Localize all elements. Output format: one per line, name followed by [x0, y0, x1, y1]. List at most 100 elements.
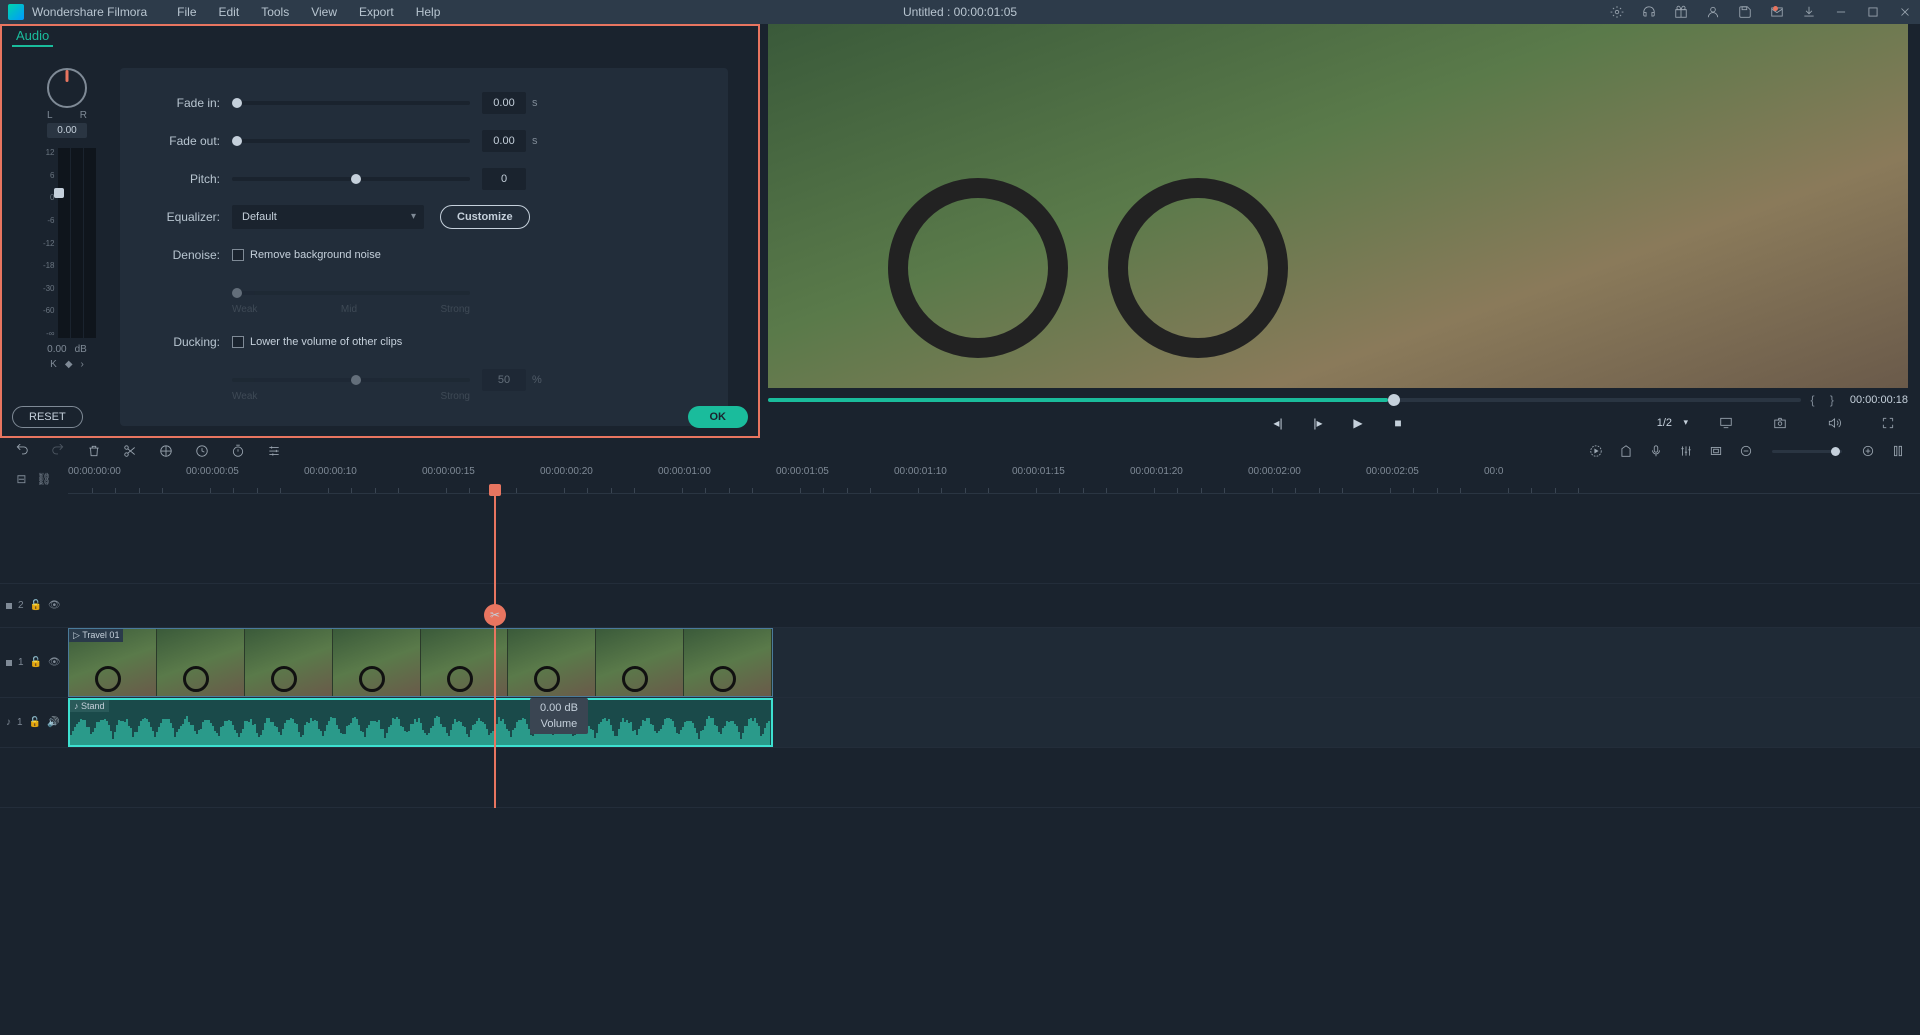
- ok-button[interactable]: OK: [688, 406, 749, 428]
- track-collapse-icon[interactable]: ⊟: [16, 472, 26, 486]
- preview-viewport[interactable]: [768, 24, 1908, 388]
- volume-tooltip: 0.00 dB Volume: [530, 698, 588, 734]
- keyframe-prev-icon[interactable]: K: [50, 359, 57, 370]
- download-icon[interactable]: [1802, 5, 1816, 19]
- customize-button[interactable]: Customize: [440, 205, 530, 229]
- denoise-strong: Strong: [441, 304, 470, 315]
- maximize-icon[interactable]: [1866, 5, 1880, 19]
- in-out-brackets[interactable]: { }: [1811, 393, 1840, 407]
- prev-frame-icon[interactable]: ◂|: [1268, 413, 1288, 433]
- fade-out-value[interactable]: 0.00: [482, 130, 526, 152]
- denoise-checkbox-label: Remove background noise: [250, 249, 381, 261]
- minimize-icon[interactable]: [1834, 5, 1848, 19]
- denoise-checkbox[interactable]: [232, 249, 244, 261]
- track-v2-eye-icon[interactable]: 👁: [48, 600, 61, 611]
- split-at-playhead-icon[interactable]: ✂: [484, 604, 506, 626]
- snap-icon[interactable]: [1708, 443, 1724, 459]
- track-v1-label: 1: [18, 657, 24, 668]
- fade-in-slider[interactable]: [232, 101, 470, 105]
- ducking-checkbox-label: Lower the volume of other clips: [250, 336, 402, 348]
- display-icon[interactable]: [1716, 413, 1736, 433]
- keyframe-next-icon[interactable]: ›: [81, 359, 84, 370]
- app-name: Wondershare Filmora: [32, 5, 147, 19]
- track-link-icon[interactable]: ⛓: [36, 472, 51, 486]
- app-logo: [8, 4, 24, 20]
- keyframe-add-icon[interactable]: ◆: [65, 359, 73, 370]
- denoise-label: Denoise:: [150, 248, 220, 262]
- stop-icon[interactable]: ■: [1388, 413, 1408, 433]
- render-icon[interactable]: [1588, 443, 1604, 459]
- fade-out-unit: s: [532, 135, 538, 147]
- track-a1-lock-icon[interactable]: 🔓: [29, 717, 41, 728]
- equalizer-select[interactable]: Default: [232, 205, 424, 229]
- track-v1-lock-icon[interactable]: 🔓: [30, 657, 42, 668]
- denoise-weak: Weak: [232, 304, 257, 315]
- snapshot-icon[interactable]: [1770, 413, 1790, 433]
- equalizer-label: Equalizer:: [150, 210, 220, 224]
- audio-clip[interactable]: ♪ Stand: [68, 698, 773, 747]
- video-clip[interactable]: ▷ Travel 01: [68, 628, 773, 697]
- marker-icon[interactable]: [1618, 443, 1634, 459]
- tab-audio[interactable]: Audio: [12, 26, 53, 47]
- pitch-label: Pitch:: [150, 172, 220, 186]
- fade-out-slider[interactable]: [232, 139, 470, 143]
- pan-value: 0.00: [47, 123, 86, 138]
- vu-unit: dB: [75, 344, 87, 355]
- zoom-slider[interactable]: [1772, 450, 1842, 453]
- voiceover-icon[interactable]: [1648, 443, 1664, 459]
- play-icon[interactable]: ▶: [1348, 413, 1368, 433]
- menu-edit[interactable]: Edit: [219, 5, 240, 19]
- vu-left-bar[interactable]: [58, 148, 70, 338]
- volume-icon[interactable]: [1824, 413, 1844, 433]
- ducking-label: Ducking:: [150, 335, 220, 349]
- fullscreen-icon[interactable]: [1878, 413, 1898, 433]
- zoom-fit-icon[interactable]: [1890, 443, 1906, 459]
- redo-icon[interactable]: [50, 443, 66, 459]
- menu-view[interactable]: View: [311, 5, 337, 19]
- track-v2-lock-icon[interactable]: 🔓: [30, 600, 42, 611]
- preview-timecode: 00:00:00:18: [1850, 394, 1908, 406]
- ducking-unit: %: [532, 374, 542, 386]
- zoom-out-icon[interactable]: [1738, 443, 1754, 459]
- track-a1-lane[interactable]: ♪ Stand 0.00 dB Volume: [68, 698, 1920, 747]
- denoise-mid: Mid: [341, 304, 357, 315]
- fade-in-unit: s: [532, 97, 538, 109]
- preview-ratio-select[interactable]: 1/2: [1649, 415, 1692, 431]
- mixer-icon[interactable]: [1678, 443, 1694, 459]
- vu-l-meter: [71, 148, 83, 338]
- vu-scale: 1260-6-12-18-30-60-∞: [39, 148, 55, 338]
- save-icon[interactable]: [1738, 5, 1752, 19]
- ducking-value: 50: [482, 369, 526, 391]
- reset-button[interactable]: RESET: [12, 406, 83, 428]
- track-v1-eye-icon[interactable]: 👁: [48, 657, 61, 668]
- fade-in-value[interactable]: 0.00: [482, 92, 526, 114]
- vu-r-meter: [84, 148, 96, 338]
- menu-help[interactable]: Help: [416, 5, 441, 19]
- close-icon[interactable]: [1898, 5, 1912, 19]
- denoise-slider: [232, 291, 470, 295]
- ducking-slider: [232, 378, 470, 382]
- playhead[interactable]: ✂: [494, 494, 496, 808]
- zoom-in-icon[interactable]: [1860, 443, 1876, 459]
- pan-r-label: R: [80, 110, 87, 121]
- ducking-checkbox[interactable]: [232, 336, 244, 348]
- pan-knob[interactable]: [47, 68, 87, 108]
- settings-icon[interactable]: [1610, 5, 1624, 19]
- user-icon[interactable]: [1706, 5, 1720, 19]
- support-icon[interactable]: [1642, 5, 1656, 19]
- menu-file[interactable]: File: [177, 5, 196, 19]
- menu-tools[interactable]: Tools: [261, 5, 289, 19]
- track-v2-lane[interactable]: [68, 584, 1920, 627]
- track-a1-speaker-icon[interactable]: 🔊: [47, 717, 59, 728]
- message-icon[interactable]: [1770, 5, 1784, 19]
- pitch-value[interactable]: 0: [482, 168, 526, 190]
- gift-icon[interactable]: [1674, 5, 1688, 19]
- pitch-slider[interactable]: [232, 177, 470, 181]
- pan-l-label: L: [47, 110, 53, 121]
- scrub-bar[interactable]: [768, 398, 1801, 402]
- track-v1-lane[interactable]: ▷ Travel 01: [68, 628, 1920, 697]
- menu-export[interactable]: Export: [359, 5, 394, 19]
- ducking-weak: Weak: [232, 391, 257, 402]
- next-frame-icon[interactable]: |▸: [1308, 413, 1328, 433]
- timeline-ruler[interactable]: 00:00:00:0000:00:00:0500:00:00:1000:00:0…: [68, 464, 1920, 494]
